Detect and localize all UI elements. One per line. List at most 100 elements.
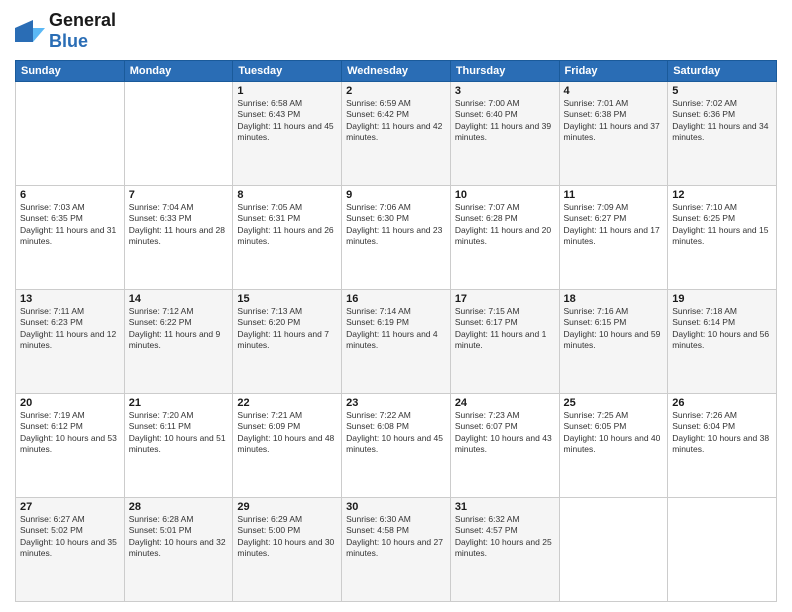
calendar-cell <box>124 82 233 186</box>
calendar-cell: 27Sunrise: 6:27 AM Sunset: 5:02 PM Dayli… <box>16 498 125 602</box>
cell-day-number: 22 <box>237 397 337 409</box>
calendar-cell: 16Sunrise: 7:14 AM Sunset: 6:19 PM Dayli… <box>342 290 451 394</box>
cell-day-number: 15 <box>237 293 337 305</box>
cell-day-number: 9 <box>346 189 446 201</box>
calendar-cell: 26Sunrise: 7:26 AM Sunset: 6:04 PM Dayli… <box>668 394 777 498</box>
logo-blue: Blue <box>49 31 88 51</box>
cell-day-number: 26 <box>672 397 772 409</box>
cell-day-number: 17 <box>455 293 555 305</box>
calendar-cell: 28Sunrise: 6:28 AM Sunset: 5:01 PM Dayli… <box>124 498 233 602</box>
calendar-cell: 14Sunrise: 7:12 AM Sunset: 6:22 PM Dayli… <box>124 290 233 394</box>
cell-info: Sunrise: 7:16 AM Sunset: 6:15 PM Dayligh… <box>564 306 664 352</box>
cell-day-number: 4 <box>564 85 664 97</box>
cell-day-number: 13 <box>20 293 120 305</box>
calendar-cell: 4Sunrise: 7:01 AM Sunset: 6:38 PM Daylig… <box>559 82 668 186</box>
cell-info: Sunrise: 6:58 AM Sunset: 6:43 PM Dayligh… <box>237 98 337 144</box>
cell-day-number: 20 <box>20 397 120 409</box>
cell-day-number: 7 <box>129 189 229 201</box>
cell-info: Sunrise: 7:07 AM Sunset: 6:28 PM Dayligh… <box>455 202 555 248</box>
calendar-week-row: 20Sunrise: 7:19 AM Sunset: 6:12 PM Dayli… <box>16 394 777 498</box>
calendar-cell: 15Sunrise: 7:13 AM Sunset: 6:20 PM Dayli… <box>233 290 342 394</box>
calendar-cell: 31Sunrise: 6:32 AM Sunset: 4:57 PM Dayli… <box>450 498 559 602</box>
cell-info: Sunrise: 7:01 AM Sunset: 6:38 PM Dayligh… <box>564 98 664 144</box>
cell-day-number: 2 <box>346 85 446 97</box>
calendar-cell: 19Sunrise: 7:18 AM Sunset: 6:14 PM Dayli… <box>668 290 777 394</box>
cell-day-number: 24 <box>455 397 555 409</box>
calendar-week-row: 13Sunrise: 7:11 AM Sunset: 6:23 PM Dayli… <box>16 290 777 394</box>
cell-info: Sunrise: 7:12 AM Sunset: 6:22 PM Dayligh… <box>129 306 229 352</box>
calendar-cell: 1Sunrise: 6:58 AM Sunset: 6:43 PM Daylig… <box>233 82 342 186</box>
calendar-cell: 6Sunrise: 7:03 AM Sunset: 6:35 PM Daylig… <box>16 186 125 290</box>
calendar-day-header: Monday <box>124 61 233 82</box>
header: General Blue <box>15 10 777 52</box>
calendar-cell: 7Sunrise: 7:04 AM Sunset: 6:33 PM Daylig… <box>124 186 233 290</box>
calendar-week-row: 1Sunrise: 6:58 AM Sunset: 6:43 PM Daylig… <box>16 82 777 186</box>
calendar-cell: 11Sunrise: 7:09 AM Sunset: 6:27 PM Dayli… <box>559 186 668 290</box>
calendar-cell: 8Sunrise: 7:05 AM Sunset: 6:31 PM Daylig… <box>233 186 342 290</box>
cell-day-number: 27 <box>20 501 120 513</box>
cell-info: Sunrise: 6:29 AM Sunset: 5:00 PM Dayligh… <box>237 514 337 560</box>
calendar-cell: 2Sunrise: 6:59 AM Sunset: 6:42 PM Daylig… <box>342 82 451 186</box>
cell-info: Sunrise: 7:20 AM Sunset: 6:11 PM Dayligh… <box>129 410 229 456</box>
cell-info: Sunrise: 7:02 AM Sunset: 6:36 PM Dayligh… <box>672 98 772 144</box>
calendar-day-header: Wednesday <box>342 61 451 82</box>
cell-info: Sunrise: 6:27 AM Sunset: 5:02 PM Dayligh… <box>20 514 120 560</box>
calendar-cell: 22Sunrise: 7:21 AM Sunset: 6:09 PM Dayli… <box>233 394 342 498</box>
cell-info: Sunrise: 7:25 AM Sunset: 6:05 PM Dayligh… <box>564 410 664 456</box>
calendar-week-row: 27Sunrise: 6:27 AM Sunset: 5:02 PM Dayli… <box>16 498 777 602</box>
calendar-cell: 20Sunrise: 7:19 AM Sunset: 6:12 PM Dayli… <box>16 394 125 498</box>
cell-day-number: 31 <box>455 501 555 513</box>
calendar-week-row: 6Sunrise: 7:03 AM Sunset: 6:35 PM Daylig… <box>16 186 777 290</box>
cell-info: Sunrise: 6:59 AM Sunset: 6:42 PM Dayligh… <box>346 98 446 144</box>
calendar-cell: 30Sunrise: 6:30 AM Sunset: 4:58 PM Dayli… <box>342 498 451 602</box>
calendar-cell: 18Sunrise: 7:16 AM Sunset: 6:15 PM Dayli… <box>559 290 668 394</box>
cell-info: Sunrise: 7:18 AM Sunset: 6:14 PM Dayligh… <box>672 306 772 352</box>
calendar-cell: 10Sunrise: 7:07 AM Sunset: 6:28 PM Dayli… <box>450 186 559 290</box>
calendar-cell: 29Sunrise: 6:29 AM Sunset: 5:00 PM Dayli… <box>233 498 342 602</box>
calendar-page: General Blue SundayMondayTuesdayWednesda… <box>0 0 792 612</box>
cell-day-number: 21 <box>129 397 229 409</box>
calendar-day-header: Sunday <box>16 61 125 82</box>
cell-day-number: 16 <box>346 293 446 305</box>
cell-info: Sunrise: 7:00 AM Sunset: 6:40 PM Dayligh… <box>455 98 555 144</box>
cell-info: Sunrise: 7:23 AM Sunset: 6:07 PM Dayligh… <box>455 410 555 456</box>
calendar-cell: 25Sunrise: 7:25 AM Sunset: 6:05 PM Dayli… <box>559 394 668 498</box>
cell-day-number: 30 <box>346 501 446 513</box>
cell-info: Sunrise: 7:05 AM Sunset: 6:31 PM Dayligh… <box>237 202 337 248</box>
cell-info: Sunrise: 7:11 AM Sunset: 6:23 PM Dayligh… <box>20 306 120 352</box>
cell-day-number: 29 <box>237 501 337 513</box>
calendar-cell <box>559 498 668 602</box>
cell-info: Sunrise: 6:28 AM Sunset: 5:01 PM Dayligh… <box>129 514 229 560</box>
cell-day-number: 12 <box>672 189 772 201</box>
calendar-cell: 21Sunrise: 7:20 AM Sunset: 6:11 PM Dayli… <box>124 394 233 498</box>
calendar-cell <box>668 498 777 602</box>
logo-general: General <box>49 10 116 30</box>
cell-info: Sunrise: 7:06 AM Sunset: 6:30 PM Dayligh… <box>346 202 446 248</box>
cell-info: Sunrise: 6:32 AM Sunset: 4:57 PM Dayligh… <box>455 514 555 560</box>
calendar-day-header: Thursday <box>450 61 559 82</box>
cell-day-number: 3 <box>455 85 555 97</box>
calendar-cell: 13Sunrise: 7:11 AM Sunset: 6:23 PM Dayli… <box>16 290 125 394</box>
calendar-day-header: Saturday <box>668 61 777 82</box>
cell-day-number: 25 <box>564 397 664 409</box>
calendar-cell: 9Sunrise: 7:06 AM Sunset: 6:30 PM Daylig… <box>342 186 451 290</box>
calendar-day-header: Tuesday <box>233 61 342 82</box>
calendar-cell: 3Sunrise: 7:00 AM Sunset: 6:40 PM Daylig… <box>450 82 559 186</box>
cell-day-number: 6 <box>20 189 120 201</box>
calendar-cell: 24Sunrise: 7:23 AM Sunset: 6:07 PM Dayli… <box>450 394 559 498</box>
cell-day-number: 23 <box>346 397 446 409</box>
cell-day-number: 14 <box>129 293 229 305</box>
cell-info: Sunrise: 7:03 AM Sunset: 6:35 PM Dayligh… <box>20 202 120 248</box>
cell-day-number: 5 <box>672 85 772 97</box>
logo: General Blue <box>15 10 116 52</box>
cell-day-number: 19 <box>672 293 772 305</box>
cell-info: Sunrise: 7:21 AM Sunset: 6:09 PM Dayligh… <box>237 410 337 456</box>
cell-day-number: 10 <box>455 189 555 201</box>
cell-info: Sunrise: 6:30 AM Sunset: 4:58 PM Dayligh… <box>346 514 446 560</box>
cell-day-number: 8 <box>237 189 337 201</box>
cell-info: Sunrise: 7:22 AM Sunset: 6:08 PM Dayligh… <box>346 410 446 456</box>
calendar-header-row: SundayMondayTuesdayWednesdayThursdayFrid… <box>16 61 777 82</box>
cell-day-number: 28 <box>129 501 229 513</box>
calendar-cell: 23Sunrise: 7:22 AM Sunset: 6:08 PM Dayli… <box>342 394 451 498</box>
logo-icon <box>15 20 45 42</box>
